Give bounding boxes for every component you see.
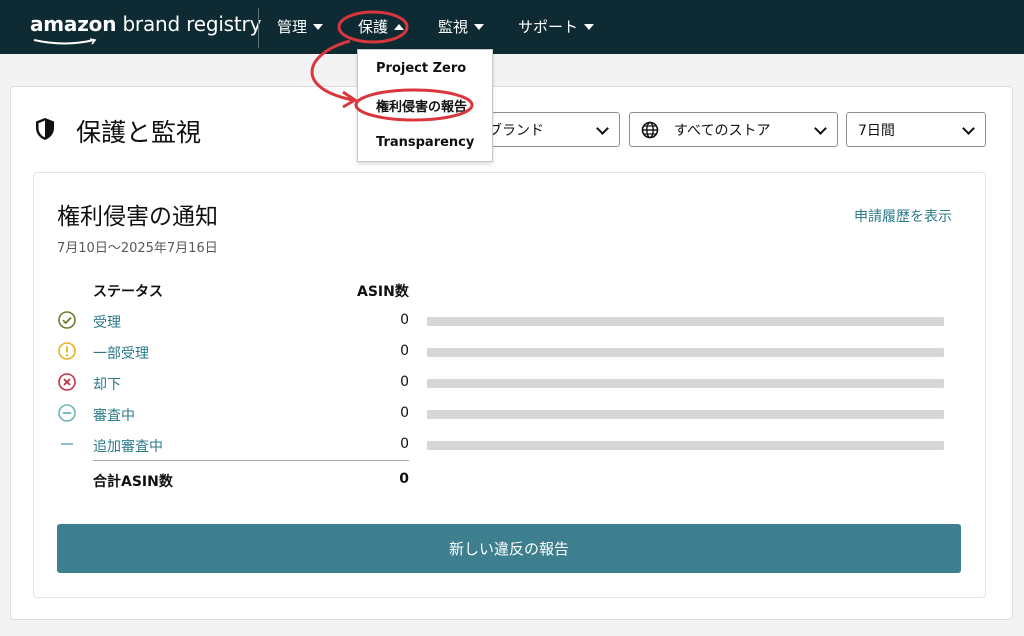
status-bar — [427, 379, 944, 388]
date-range: 7月10日〜2025年7月16日 — [57, 241, 218, 256]
total-divider — [93, 460, 409, 461]
x-circle-icon — [58, 373, 76, 391]
asin-count: 0 — [400, 405, 409, 421]
status-label[interactable]: 追加審査中 — [93, 436, 163, 456]
dash-icon — [61, 443, 73, 445]
store-select[interactable]: すべてのストア — [629, 112, 838, 147]
menu-item-transparency[interactable]: Transparency — [376, 135, 474, 150]
status-row: 一部受理 0 — [57, 341, 957, 365]
asin-count-column-header: ASIN数 — [357, 284, 409, 300]
status-bar — [427, 410, 944, 419]
asin-count: 0 — [400, 312, 409, 328]
caret-up-icon — [394, 23, 405, 30]
protect-dropdown-menu: Project Zero 権利侵害の報告 Transparency — [357, 49, 493, 162]
view-history-link[interactable]: 申請履歴を表示 — [854, 206, 952, 226]
chevron-down-icon — [962, 122, 975, 135]
chevron-down-icon — [814, 122, 827, 135]
brand-registry-logo[interactable]: amazon brand registry — [30, 12, 261, 45]
top-navigation-bar: amazon brand registry 管理 保護 監視 サポート — [0, 0, 1024, 54]
section-title: 権利侵害の通知 — [57, 204, 218, 230]
exclamation-circle-icon — [58, 342, 76, 360]
asin-count: 0 — [400, 374, 409, 390]
minus-circle-icon — [58, 404, 76, 422]
status-bar — [427, 441, 944, 450]
new-violation-report-button[interactable]: 新しい違反の報告 — [57, 524, 961, 573]
shield-icon — [36, 118, 54, 140]
menu-item-project-zero[interactable]: Project Zero — [376, 61, 466, 76]
page-title: 保護と監視 — [76, 118, 202, 147]
status-row: 却下 0 — [57, 372, 957, 396]
status-bar — [427, 348, 944, 357]
amazon-smile-icon — [33, 38, 97, 45]
nav-protect[interactable]: 保護 — [358, 16, 405, 37]
status-label[interactable]: 審査中 — [93, 405, 135, 425]
status-row: 審査中 0 — [57, 403, 957, 427]
caret-down-icon — [313, 23, 324, 30]
status-label[interactable]: 一部受理 — [93, 343, 149, 363]
status-label[interactable]: 受理 — [93, 312, 121, 332]
status-row: 追加審査中 0 — [57, 434, 957, 458]
nav-divider — [258, 8, 259, 48]
total-asin-label: 合計ASIN数 — [93, 474, 173, 490]
menu-item-report-infringement[interactable]: 権利侵害の報告 — [376, 96, 467, 115]
status-row: 受理 0 — [57, 310, 957, 334]
status-label[interactable]: 却下 — [93, 374, 121, 394]
caret-down-icon — [474, 23, 485, 30]
nav-manage[interactable]: 管理 — [277, 16, 324, 37]
status-bar — [427, 317, 944, 326]
status-column-header: ステータス — [93, 284, 163, 300]
check-circle-icon — [58, 311, 76, 329]
caret-down-icon — [584, 23, 595, 30]
nav-monitor[interactable]: 監視 — [438, 16, 485, 37]
total-asin-value: 0 — [399, 471, 409, 487]
nav-support[interactable]: サポート — [518, 16, 595, 37]
chevron-down-icon — [596, 122, 609, 135]
asin-count: 0 — [400, 436, 409, 452]
period-select[interactable]: 7日間 — [846, 112, 986, 147]
asin-count: 0 — [400, 343, 409, 359]
globe-icon — [641, 121, 659, 139]
